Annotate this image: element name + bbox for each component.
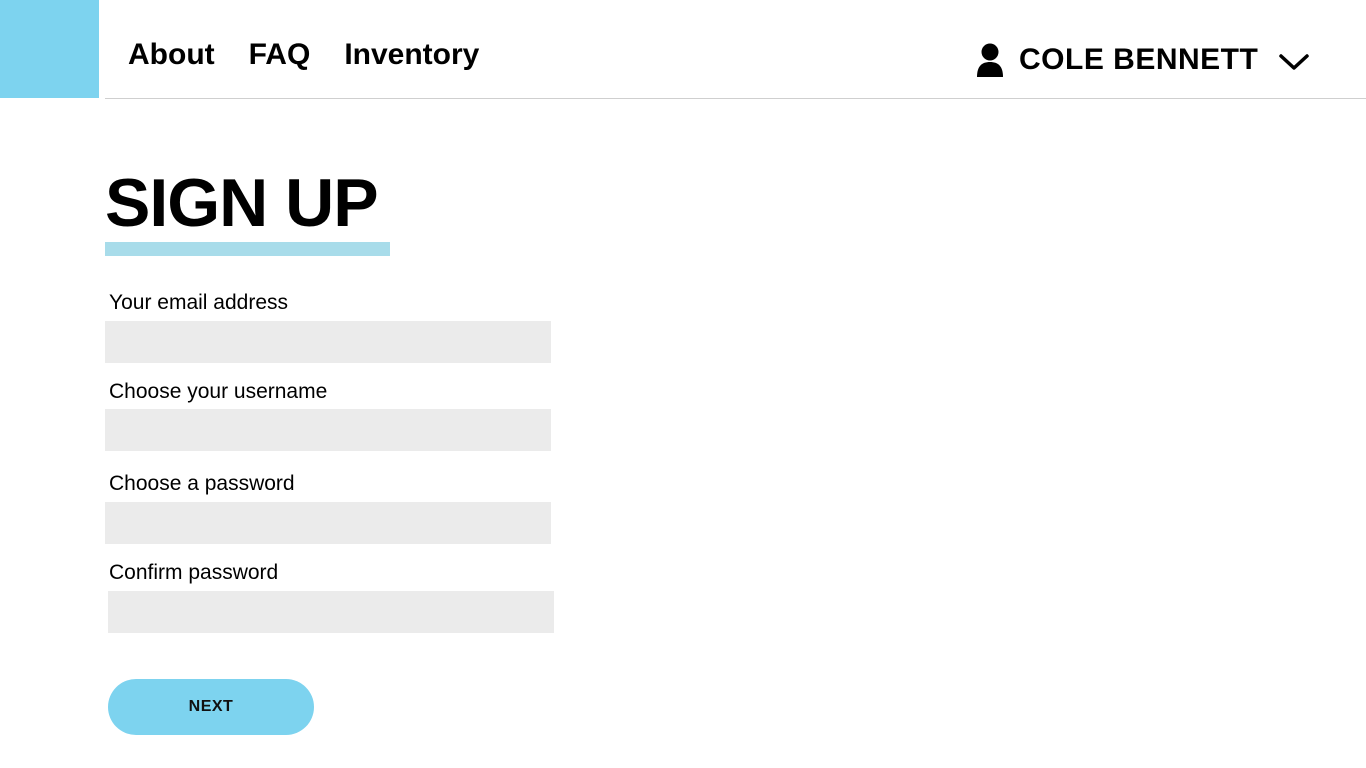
- password-label: Choose a password: [109, 472, 295, 495]
- user-icon: [976, 43, 1004, 77]
- next-button[interactable]: NEXT: [108, 679, 314, 735]
- top-nav: About FAQ Inventory: [128, 36, 479, 74]
- username-label: Choose your username: [109, 380, 328, 403]
- logo-block[interactable]: [0, 0, 99, 98]
- nav-link-about[interactable]: About: [128, 36, 215, 74]
- nav-link-faq[interactable]: FAQ: [249, 36, 311, 74]
- title-underline: [105, 242, 390, 256]
- user-menu[interactable]: COLE BENNETT: [976, 40, 1310, 80]
- user-name: COLE BENNETT: [1019, 43, 1259, 76]
- header-divider: [105, 98, 1366, 99]
- confirm-password-label: Confirm password: [109, 561, 279, 584]
- nav-link-inventory[interactable]: Inventory: [344, 36, 479, 74]
- chevron-down-icon[interactable]: [1278, 52, 1310, 72]
- email-field[interactable]: [105, 321, 551, 363]
- email-label: Your email address: [109, 291, 288, 314]
- confirm-password-field[interactable]: [108, 591, 554, 633]
- page-title: SIGN UP: [105, 165, 379, 241]
- sign-up-page: About FAQ Inventory COLE BENNETT SIGN UP…: [0, 0, 1366, 768]
- username-field[interactable]: [105, 409, 551, 451]
- password-field[interactable]: [105, 502, 551, 544]
